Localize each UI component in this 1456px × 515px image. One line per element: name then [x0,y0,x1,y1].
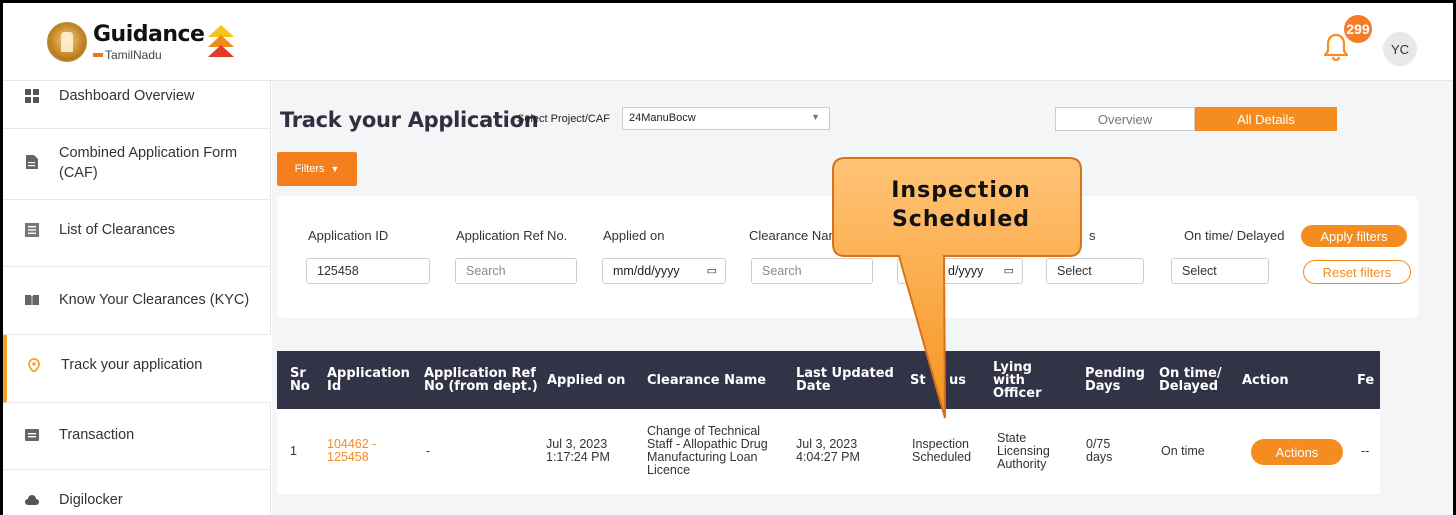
caret-down-icon: ▼ [330,164,340,174]
applied-on-label: Applied on [603,228,665,243]
actions-button[interactable]: Actions [1251,439,1343,465]
sidebar-item-track[interactable]: Track your application [3,335,271,403]
cell-ontime: On time [1161,443,1205,458]
sidebar-item-label: Know Your Clearances (KYC) [59,292,250,308]
application-id-label: Application ID [308,228,389,243]
col-clearance: Clearance Name [647,372,767,388]
document-icon [26,155,38,169]
sidebar-item-kyc[interactable]: Know Your Clearances (KYC) [3,267,271,335]
filters-button[interactable]: Filters ▼ [277,152,357,186]
list-icon [25,223,39,237]
apply-filters-button[interactable]: Apply filters [1301,225,1407,247]
col-app-id: Application Id [327,366,410,394]
project-select-label: Select Project/CAF [517,113,610,125]
tab-overview[interactable]: Overview [1055,107,1195,131]
col-action: Action [1242,372,1289,388]
logo[interactable]: Guidance TamilNadu [47,21,235,63]
location-pin-icon [28,358,40,372]
project-select-value: 24ManuBocw [629,112,696,124]
col-app-ref: Application Ref No (from dept.) [424,366,538,394]
avatar[interactable]: YC [1383,32,1417,66]
sidebar-item-clearances[interactable]: List of Clearances [3,200,271,267]
sidebar-item-transaction[interactable]: Transaction [3,403,271,470]
calendar-icon: ▭ [706,265,717,277]
app-ref-input[interactable]: Search [455,258,577,284]
sidebar-item-dashboard[interactable]: Dashboard Overview [3,81,271,129]
cell-applied-on: Jul 3, 2023 1:17:24 PM [546,437,610,464]
sidebar-item-digilocker[interactable]: Digilocker [3,470,271,515]
cloud-icon [25,495,39,505]
callout-line-1: Inspection [891,178,1031,203]
tab-all-details[interactable]: All Details [1195,107,1337,131]
sidebar-item-label: List of Clearances [59,222,176,238]
status-label: s [1089,228,1096,243]
cell-clearance: Change of Technical Staff - Allopathic D… [647,424,768,477]
sidebar-item-caf[interactable]: Combined Application Form (CAF) [3,129,271,200]
sidebar: Dashboard Overview Combined Application … [3,81,271,515]
cell-app-id-link[interactable]: 104462 - 125458 [327,409,387,493]
sidebar-item-label: Dashboard Overview [59,88,195,104]
top-bar: Guidance TamilNadu 299 YC [3,3,1453,81]
ontime-label: On time/ Delayed [1184,228,1285,243]
view-toggle: Overview All Details [1055,107,1337,131]
application-id-input[interactable]: 125458 [306,258,430,284]
cell-app-ref: - [426,443,431,458]
cell-sr: 1 [290,443,297,458]
chevron-down-icon: ▼ [811,112,820,122]
project-select[interactable]: 24ManuBocw ▼ [622,107,830,130]
app-window: Guidance TamilNadu 299 YC Dashboard Over… [0,0,1456,515]
transaction-icon [25,429,39,441]
ontime-select[interactable]: Select [1171,258,1269,284]
logo-mark-icon [208,25,235,59]
col-fee: Fe [1357,372,1375,388]
page-title: Track your Application [280,108,539,132]
sidebar-item-label: Transaction [59,427,135,443]
filters-button-label: Filters [294,163,325,175]
logo-title: Guidance [93,21,205,47]
logo-subtitle: TamilNadu [93,49,204,61]
status-callout: Inspection Scheduled [832,157,1082,419]
book-icon [25,295,39,305]
sidebar-item-label: Track your application [61,357,203,373]
cell-pending: 0/75 days [1086,437,1113,464]
clearance-name-label: Clearance Nam [749,228,840,243]
col-ontime: On time/ Delayed [1159,366,1222,394]
col-pending: Pending Days [1085,366,1145,394]
cell-fee: -- [1361,443,1370,458]
applied-on-placeholder: mm/dd/yyyy [613,264,680,278]
applied-on-input[interactable]: mm/dd/yyyy ▭ [602,258,726,284]
notification-badge[interactable]: 299 [1342,13,1374,45]
emblem-icon [47,22,87,62]
reset-filters-button[interactable]: Reset filters [1303,260,1411,284]
sidebar-item-label: Digilocker [59,492,123,508]
app-ref-label: Application Ref No. [456,228,568,243]
callout-line-2: Scheduled [891,207,1031,232]
col-sr: Sr No [290,366,310,394]
col-applied-on: Applied on [547,372,626,388]
sidebar-item-label: Combined Application Form (CAF) [59,145,238,181]
dashboard-icon [25,89,39,103]
